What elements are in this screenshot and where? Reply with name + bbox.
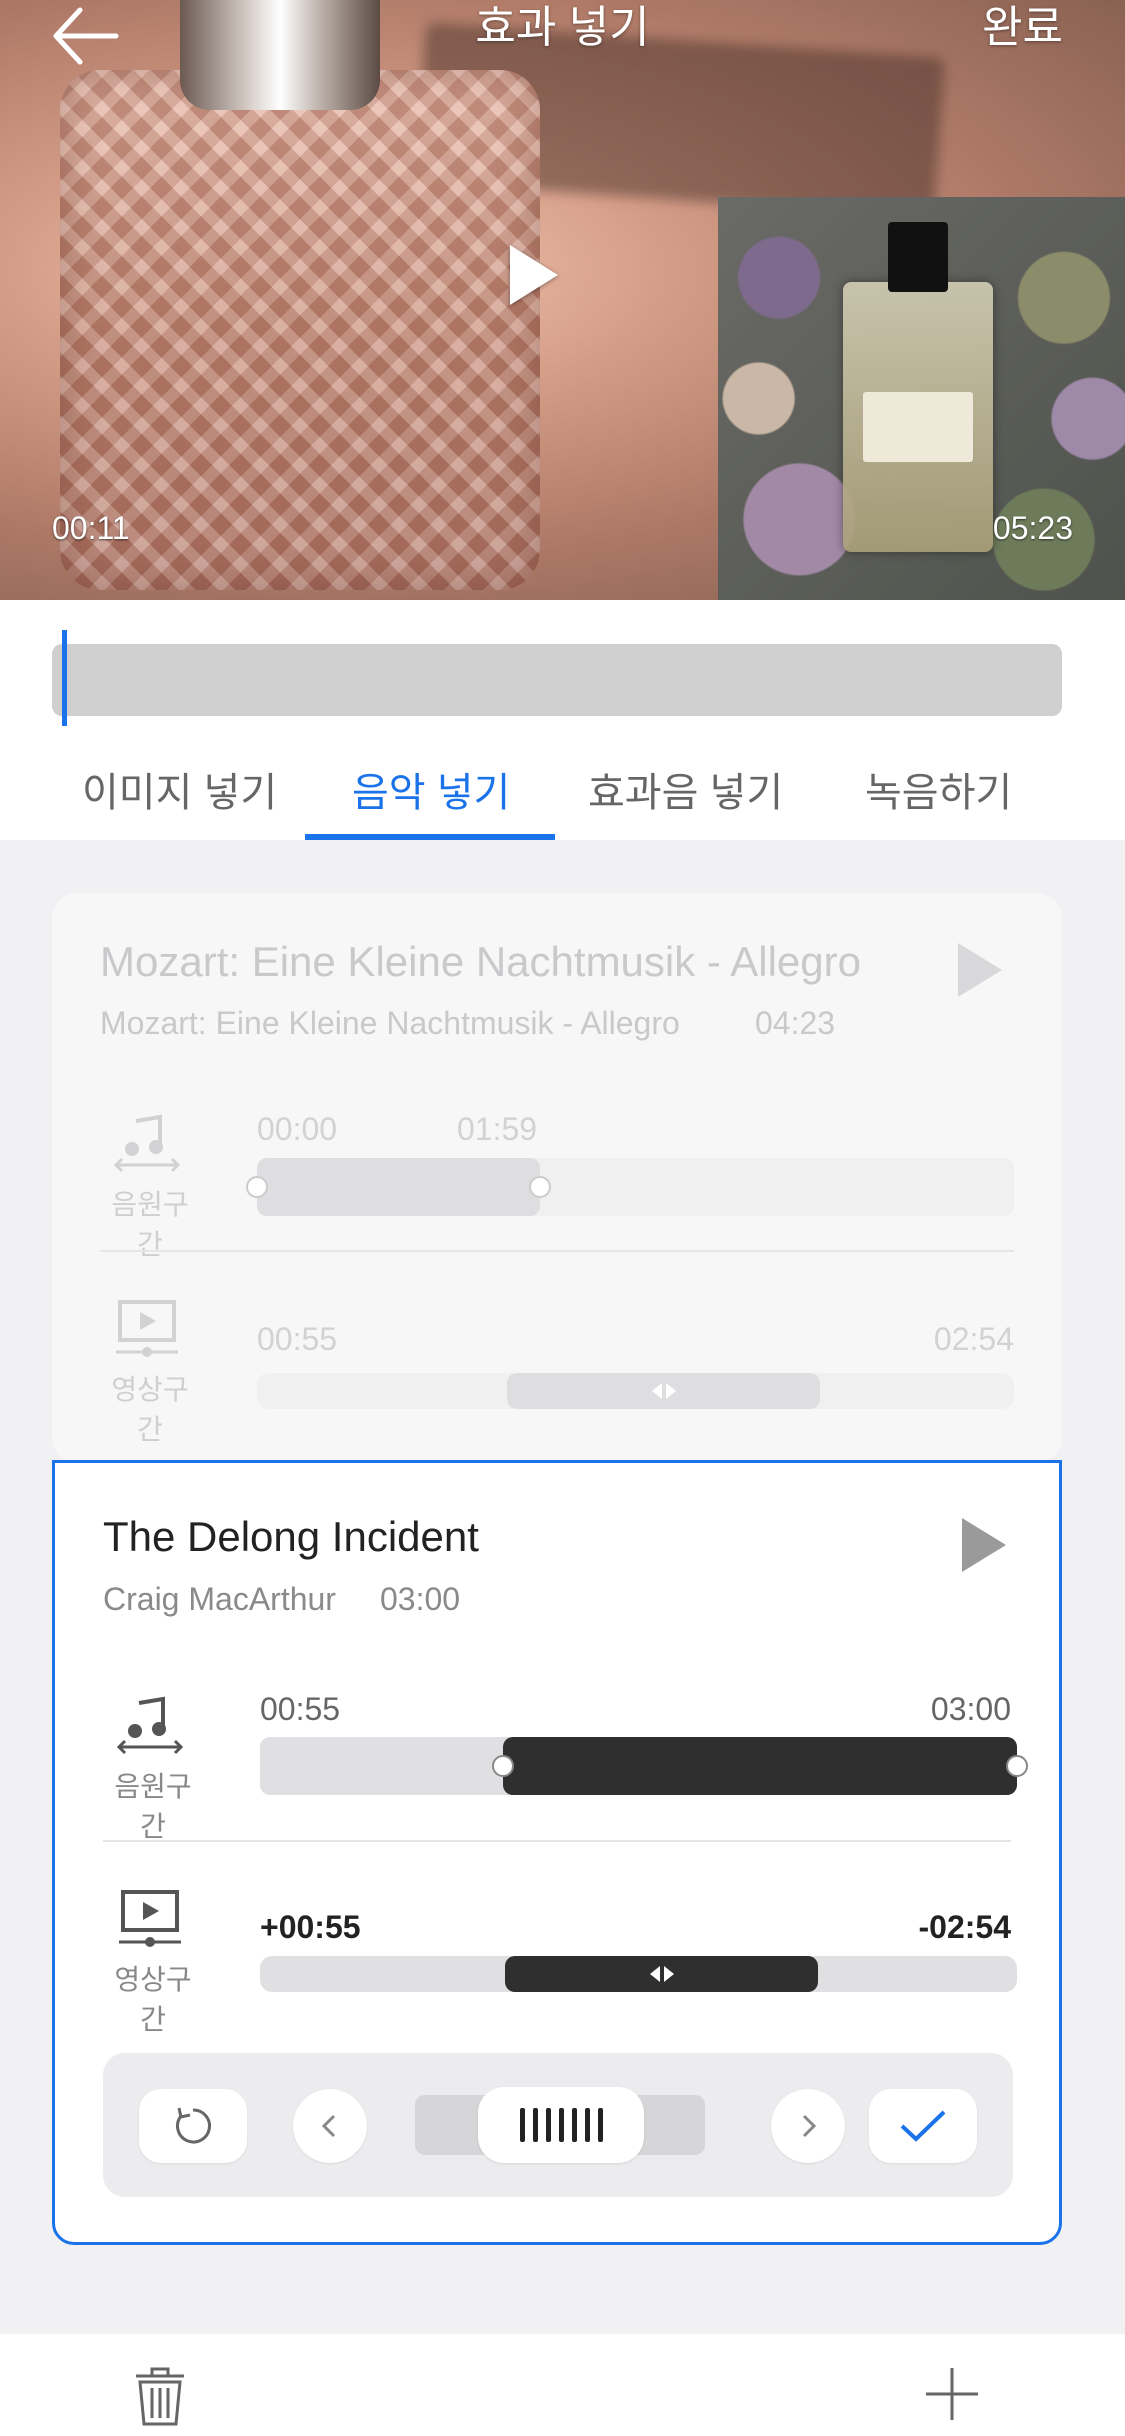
video-selection[interactable] <box>505 1956 818 1992</box>
source-range-label: 음원구간 <box>114 1771 192 1842</box>
divider <box>103 1840 1011 1842</box>
end-handle[interactable] <box>1006 1755 1028 1777</box>
timeline-section: 이미지 넣기 음악 넣기 효과음 넣기 녹음하기 <box>0 600 1125 840</box>
track-artist: Mozart: Eine Kleine Nachtmusik - Allegro <box>100 1005 680 1041</box>
current-time: 00:11 <box>52 510 130 546</box>
trash-icon[interactable] <box>128 2364 192 2428</box>
source-start-time: 00:55 <box>260 1691 341 1727</box>
drag-arrows-icon <box>649 1966 674 1982</box>
active-tab-indicator <box>305 834 555 840</box>
video-range-track[interactable] <box>260 1956 1017 1992</box>
source-start-time: 00:00 <box>257 1111 338 1147</box>
timeline-bar[interactable] <box>52 644 1062 716</box>
video-end-time: 02:54 <box>933 1321 1014 1357</box>
start-handle[interactable] <box>246 1176 268 1198</box>
video-screen-icon <box>119 1890 181 1947</box>
jog-wheel[interactable] <box>478 2087 644 2163</box>
track-title: Mozart: Eine Kleine Nachtmusik - Allegro <box>100 938 861 985</box>
source-range-track[interactable] <box>260 1737 1028 1795</box>
reset-button[interactable] <box>139 2089 247 2163</box>
music-note-icon <box>116 1696 184 1755</box>
plus-icon[interactable] <box>922 2364 982 2424</box>
divider <box>100 1250 1014 1252</box>
chevron-left-icon <box>321 2114 336 2138</box>
music-track-card[interactable]: Mozart: Eine Kleine Nachtmusik - Allegro… <box>52 893 1062 1463</box>
drag-arrows-icon <box>651 1383 676 1399</box>
track-duration: 03:00 <box>380 1581 461 1617</box>
track-duration: 04:23 <box>755 1005 836 1041</box>
bottom-toolbar <box>0 2334 1125 2436</box>
video-screen-icon <box>116 1300 178 1357</box>
play-icon[interactable] <box>962 1518 1006 1572</box>
play-icon[interactable] <box>510 245 558 305</box>
check-icon <box>900 2110 946 2142</box>
video-start-offset: +00:55 <box>260 1909 361 1945</box>
video-end-offset: -02:54 <box>918 1909 1012 1945</box>
play-icon[interactable] <box>958 943 1002 997</box>
source-selection[interactable] <box>257 1158 540 1216</box>
inset-duration: 05:23 <box>992 510 1073 546</box>
reset-icon <box>176 2107 211 2144</box>
previous-button[interactable] <box>293 2089 367 2163</box>
next-button[interactable] <box>771 2089 845 2163</box>
video-preview[interactable]: 00:11 05:23 효과 넣기 완료 <box>0 0 1125 600</box>
music-note-icon <box>113 1114 181 1173</box>
playhead[interactable] <box>62 630 67 726</box>
tab-music[interactable]: 음악 넣기 <box>352 760 510 818</box>
inset-cap <box>888 222 948 292</box>
video-range-track[interactable] <box>257 1373 1014 1409</box>
source-end-time: 01:59 <box>457 1111 538 1147</box>
confirm-button[interactable] <box>869 2089 977 2163</box>
video-start-time: 00:55 <box>257 1321 338 1357</box>
edit-controls <box>103 2053 1013 2197</box>
end-handle[interactable] <box>529 1176 551 1198</box>
source-range-track[interactable] <box>246 1158 1014 1216</box>
chevron-right-icon <box>802 2114 817 2138</box>
video-range-label: 영상구간 <box>114 1964 192 2035</box>
perfume-bottle <box>60 70 540 590</box>
video-range-label: 영상구간 <box>111 1374 189 1445</box>
start-handle[interactable] <box>492 1755 514 1777</box>
source-selection[interactable] <box>503 1737 1017 1795</box>
tab-sound-effect[interactable]: 효과음 넣기 <box>588 760 783 818</box>
inset-label <box>863 392 973 462</box>
source-end-time: 03:00 <box>930 1691 1011 1727</box>
track-artist: Craig MacArthur <box>103 1581 336 1617</box>
track-title: The Delong Incident <box>103 1513 479 1560</box>
tab-record[interactable]: 녹음하기 <box>865 760 1012 818</box>
done-button[interactable]: 완료 <box>982 0 1063 56</box>
page-title: 효과 넣기 <box>475 3 650 52</box>
video-selection[interactable] <box>507 1373 820 1409</box>
tab-image[interactable]: 이미지 넣기 <box>82 760 277 818</box>
music-track-card-selected[interactable]: The Delong Incident Craig MacArthur 03:0… <box>52 1460 1062 2245</box>
